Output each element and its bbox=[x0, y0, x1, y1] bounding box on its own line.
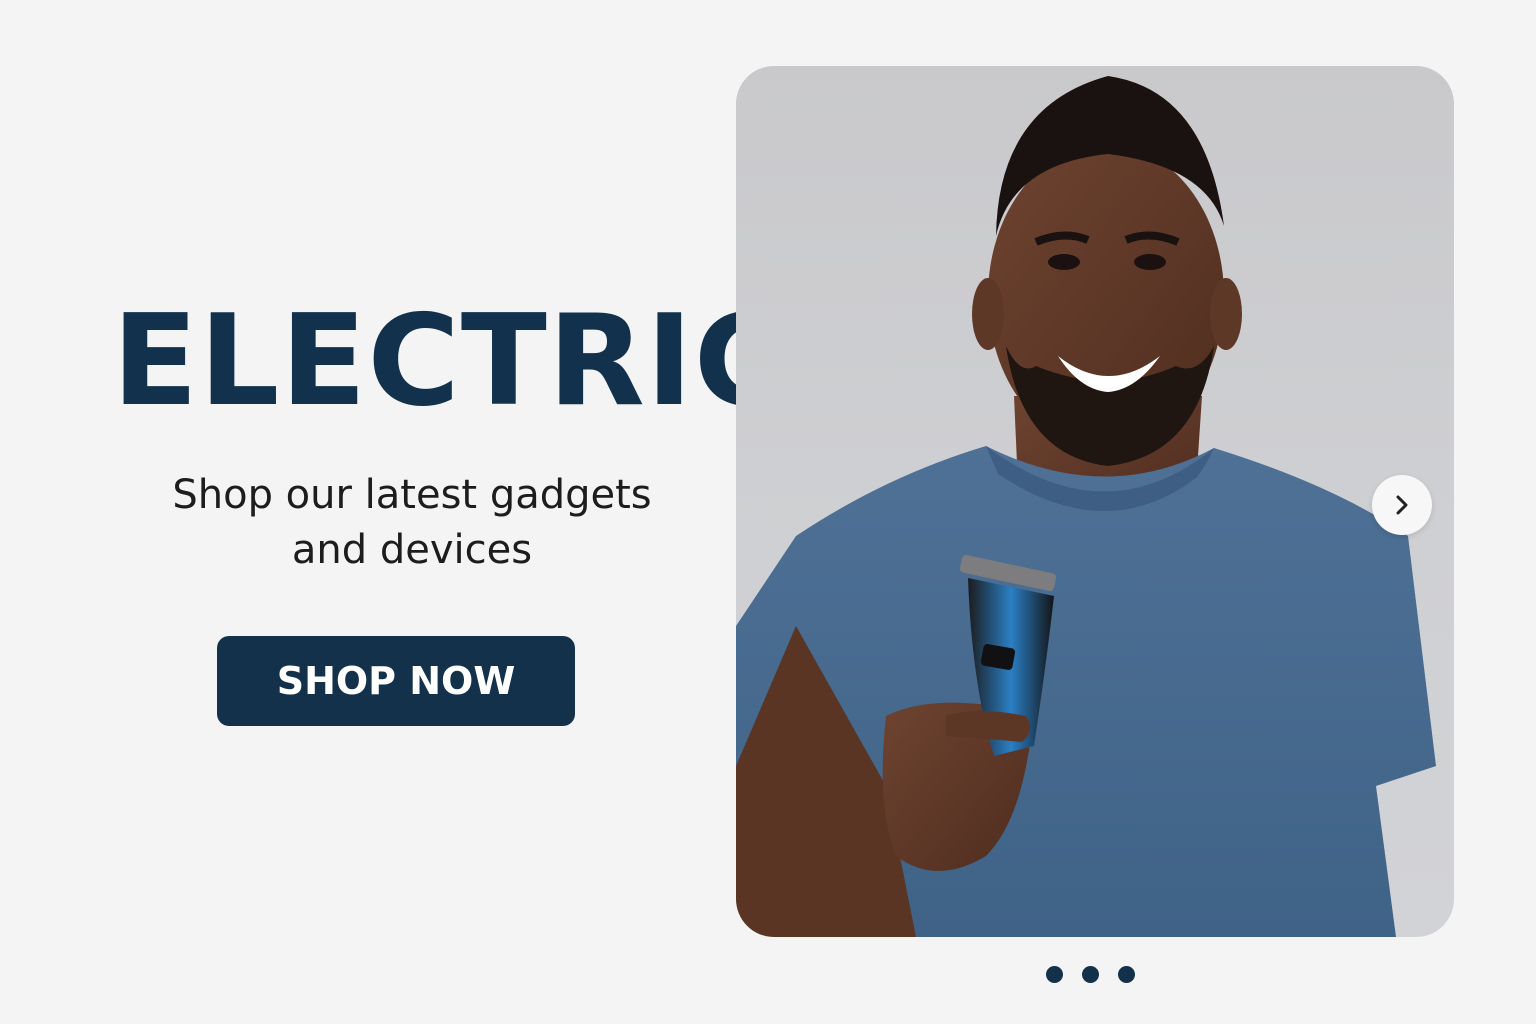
carousel-pagination bbox=[1046, 966, 1135, 983]
product-photo bbox=[736, 76, 1436, 937]
chevron-right-icon bbox=[1396, 495, 1408, 515]
shop-now-button[interactable]: SHOP NOW bbox=[217, 636, 575, 726]
carousel-dot-1[interactable] bbox=[1046, 966, 1063, 983]
carousel-dot-2[interactable] bbox=[1082, 966, 1099, 983]
hero-subtitle: Shop our latest gadgets and devices bbox=[112, 468, 712, 578]
carousel-next-button[interactable] bbox=[1372, 475, 1432, 535]
carousel-dot-3[interactable] bbox=[1118, 966, 1135, 983]
hero-subtitle-line-1: Shop our latest gadgets bbox=[172, 472, 652, 518]
image-carousel bbox=[736, 66, 1454, 937]
hero-subtitle-line-2: and devices bbox=[291, 527, 533, 573]
hero-text-panel: ELECTRIC Shop our latest gadgets and dev… bbox=[0, 0, 786, 1024]
hero-title: ELECTRIC bbox=[112, 287, 788, 434]
